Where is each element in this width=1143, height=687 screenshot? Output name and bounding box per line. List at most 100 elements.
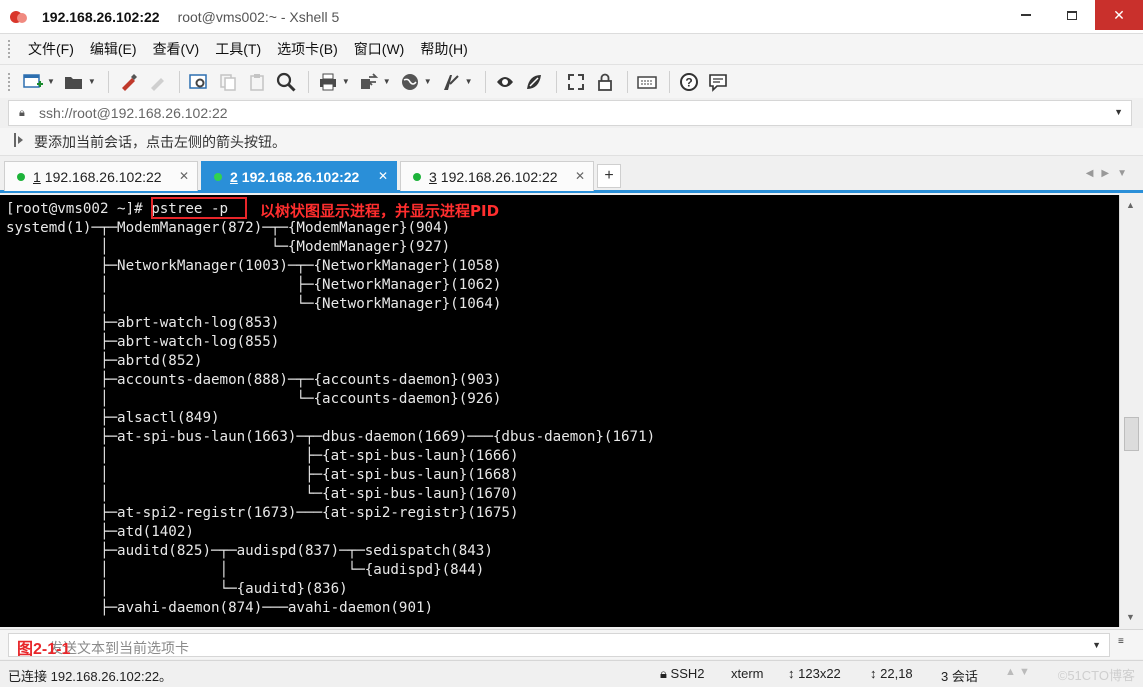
tab-strip: 1 192.168.26.102:22 ✕ 2 192.168.26.102:2…	[0, 158, 1143, 193]
window-title-host: 192.168.26.102:22	[42, 8, 160, 25]
address-input[interactable]	[39, 105, 1099, 121]
session-nav-icons[interactable]: ▲ ▼	[1005, 666, 1030, 678]
cursor-icon: ↕	[870, 666, 877, 681]
tab-close-icon[interactable]: ✕	[378, 169, 388, 183]
figure-label: 图2-1-1	[17, 641, 71, 658]
scroll-down-icon[interactable]: ▼	[1126, 612, 1135, 622]
tab-session-2[interactable]: 2 192.168.26.102:22 ✕	[201, 161, 397, 191]
terminal-line: ├─abrt-watch-log(855)	[6, 334, 280, 350]
open-folder-icon[interactable]	[61, 69, 87, 95]
protocol-label: SSH2	[670, 666, 705, 681]
properties-icon[interactable]	[186, 69, 212, 95]
connected-status-icon	[214, 172, 222, 181]
minimize-icon	[1021, 14, 1031, 16]
close-button[interactable]: ✕	[1095, 0, 1143, 30]
terminal-size-label: 123x22	[798, 666, 841, 681]
terminal-line: │ └─{NetworkManager}(1064)	[6, 296, 502, 312]
scroll-up-icon[interactable]: ▲	[1126, 200, 1135, 210]
open-dropdown[interactable]: ▼	[88, 77, 96, 86]
new-session-icon[interactable]	[20, 69, 46, 95]
command-highlight-box	[151, 197, 247, 219]
add-session-arrow-icon[interactable]	[14, 133, 28, 150]
font-icon[interactable]	[438, 69, 464, 95]
terminal-line: │ └─{accounts-daemon}(926)	[6, 391, 502, 407]
print-icon[interactable]	[315, 69, 341, 95]
tab-label: 192.168.26.102:22	[241, 168, 360, 185]
terminal-view[interactable]: [root@vms002 ~]# pstree -p systemd(1)─┬─…	[0, 195, 1119, 627]
compose-bar: 发送文本到当前选项卡 图2-1-1 ▼ ≡	[0, 629, 1143, 659]
terminal-output: [root@vms002 ~]# pstree -p systemd(1)─┬─…	[6, 200, 655, 618]
menu-help[interactable]: 帮助(H)	[412, 37, 475, 61]
tab-number: 3	[429, 168, 437, 185]
tab-scroll-icons[interactable]: ◀▶▼	[1086, 168, 1135, 179]
new-tab-button[interactable]: +	[597, 164, 621, 188]
minimize-button[interactable]	[1003, 0, 1049, 30]
cursor-position-label: 22,18	[880, 666, 913, 681]
terminal-size: ↕ 123x22	[788, 666, 841, 681]
menu-tabs[interactable]: 选项卡(B)	[269, 37, 346, 61]
connected-status-icon	[413, 172, 421, 181]
lock-icon[interactable]	[592, 69, 618, 95]
reconnect-icon[interactable]	[115, 69, 141, 95]
connected-status-icon	[17, 172, 25, 181]
globe-icon[interactable]	[397, 69, 423, 95]
menu-file[interactable]: 文件(F)	[20, 37, 82, 61]
help-icon[interactable]: ?	[676, 69, 702, 95]
tab-session-3[interactable]: 3 192.168.26.102:22 ✕	[400, 161, 594, 191]
font-dropdown[interactable]: ▼	[465, 77, 473, 86]
copy-icon[interactable]	[215, 69, 241, 95]
session-count: 3 会话	[941, 669, 978, 684]
protocol-status: 🔒︎ SSH2	[660, 666, 705, 682]
toolbar-grip[interactable]	[8, 72, 12, 91]
watermark: ©51CTO博客	[1057, 668, 1135, 683]
tab-session-1[interactable]: 1 192.168.26.102:22 ✕	[4, 161, 198, 191]
maximize-button[interactable]	[1049, 0, 1095, 30]
terminal-line: │ │ └─{audispd}(844)	[6, 562, 485, 578]
globe-dropdown[interactable]: ▼	[424, 77, 432, 86]
tab-close-icon[interactable]: ✕	[575, 169, 585, 183]
compose-menu-icon[interactable]: ≡	[1118, 636, 1124, 647]
terminal-line: ├─NetworkManager(1003)─┬─{NetworkManager…	[6, 258, 502, 274]
terminal-line: ├─at-spi-bus-laun(1663)─┬─dbus-daemon(16…	[6, 429, 656, 445]
scrollbar-thumb[interactable]	[1124, 417, 1139, 451]
menu-window[interactable]: 窗口(W)	[346, 37, 413, 61]
address-dropdown-icon[interactable]: ▼	[1114, 107, 1123, 117]
new-session-dropdown[interactable]: ▼	[47, 77, 55, 86]
title-bar: 192.168.26.102:22 root@vms002:~ - Xshell…	[0, 0, 1143, 34]
terminal-line: ├─accounts-daemon(888)─┬─{accounts-daemo…	[6, 372, 502, 388]
disconnect-icon[interactable]	[144, 69, 170, 95]
chat-icon[interactable]	[705, 69, 731, 95]
keyboard-icon[interactable]	[634, 69, 660, 95]
address-bar[interactable]: 🔒︎ ▼	[8, 100, 1132, 126]
menu-grip[interactable]	[8, 40, 12, 58]
compose-dropdown-icon[interactable]: ▼	[1092, 640, 1101, 650]
fullscreen-icon[interactable]	[563, 69, 589, 95]
terminal-line: ├─avahi-daemon(874)───avahi-daemon(901)	[6, 600, 434, 616]
terminal-line: ├─abrtd(852)	[6, 353, 203, 369]
menu-edit[interactable]: 编辑(E)	[82, 37, 145, 61]
terminal-line: ├─auditd(825)─┬─audispd(837)─┬─sedispatc…	[6, 543, 493, 559]
menu-tools[interactable]: 工具(T)	[207, 37, 269, 61]
terminal-type: xterm	[731, 666, 764, 681]
xmanager-icon[interactable]	[521, 69, 547, 95]
terminal-line: systemd(1)─┬─ModemManager(872)─┬─{ModemM…	[6, 220, 451, 236]
tab-close-icon[interactable]: ✕	[179, 169, 189, 183]
transfer-icon[interactable]	[356, 69, 382, 95]
terminal-scrollbar[interactable]: ▲ ▼	[1119, 195, 1143, 627]
transfer-dropdown[interactable]: ▼	[383, 77, 391, 86]
close-icon: ✕	[1113, 6, 1125, 23]
session-hint-bar: 要添加当前会话，点击左侧的箭头按钮。	[0, 128, 1143, 156]
menu-view[interactable]: 查看(V)	[145, 37, 208, 61]
toolbar: ▼ ▼ ▼ ▼ ▼ ▼ ?	[0, 64, 1143, 98]
tab-label: 192.168.26.102:22	[440, 168, 558, 185]
status-bar: 已连接 192.168.26.102:22。 🔒︎ SSH2 xterm ↕ 1…	[0, 660, 1143, 687]
print-dropdown[interactable]: ▼	[342, 77, 350, 86]
terminal-line: ├─abrt-watch-log(853)	[6, 315, 280, 331]
find-icon[interactable]	[273, 69, 299, 95]
compose-input[interactable]: 发送文本到当前选项卡 图2-1-1 ▼	[8, 633, 1110, 658]
terminal-line: │ └─{at-spi-bus-laun}(1670)	[6, 486, 519, 502]
paste-icon[interactable]	[244, 69, 270, 95]
xftp-icon[interactable]	[492, 69, 518, 95]
tab-number: 2	[230, 168, 238, 185]
terminal-line: ├─at-spi2-registr(1673)───{at-spi2-regis…	[6, 505, 519, 521]
